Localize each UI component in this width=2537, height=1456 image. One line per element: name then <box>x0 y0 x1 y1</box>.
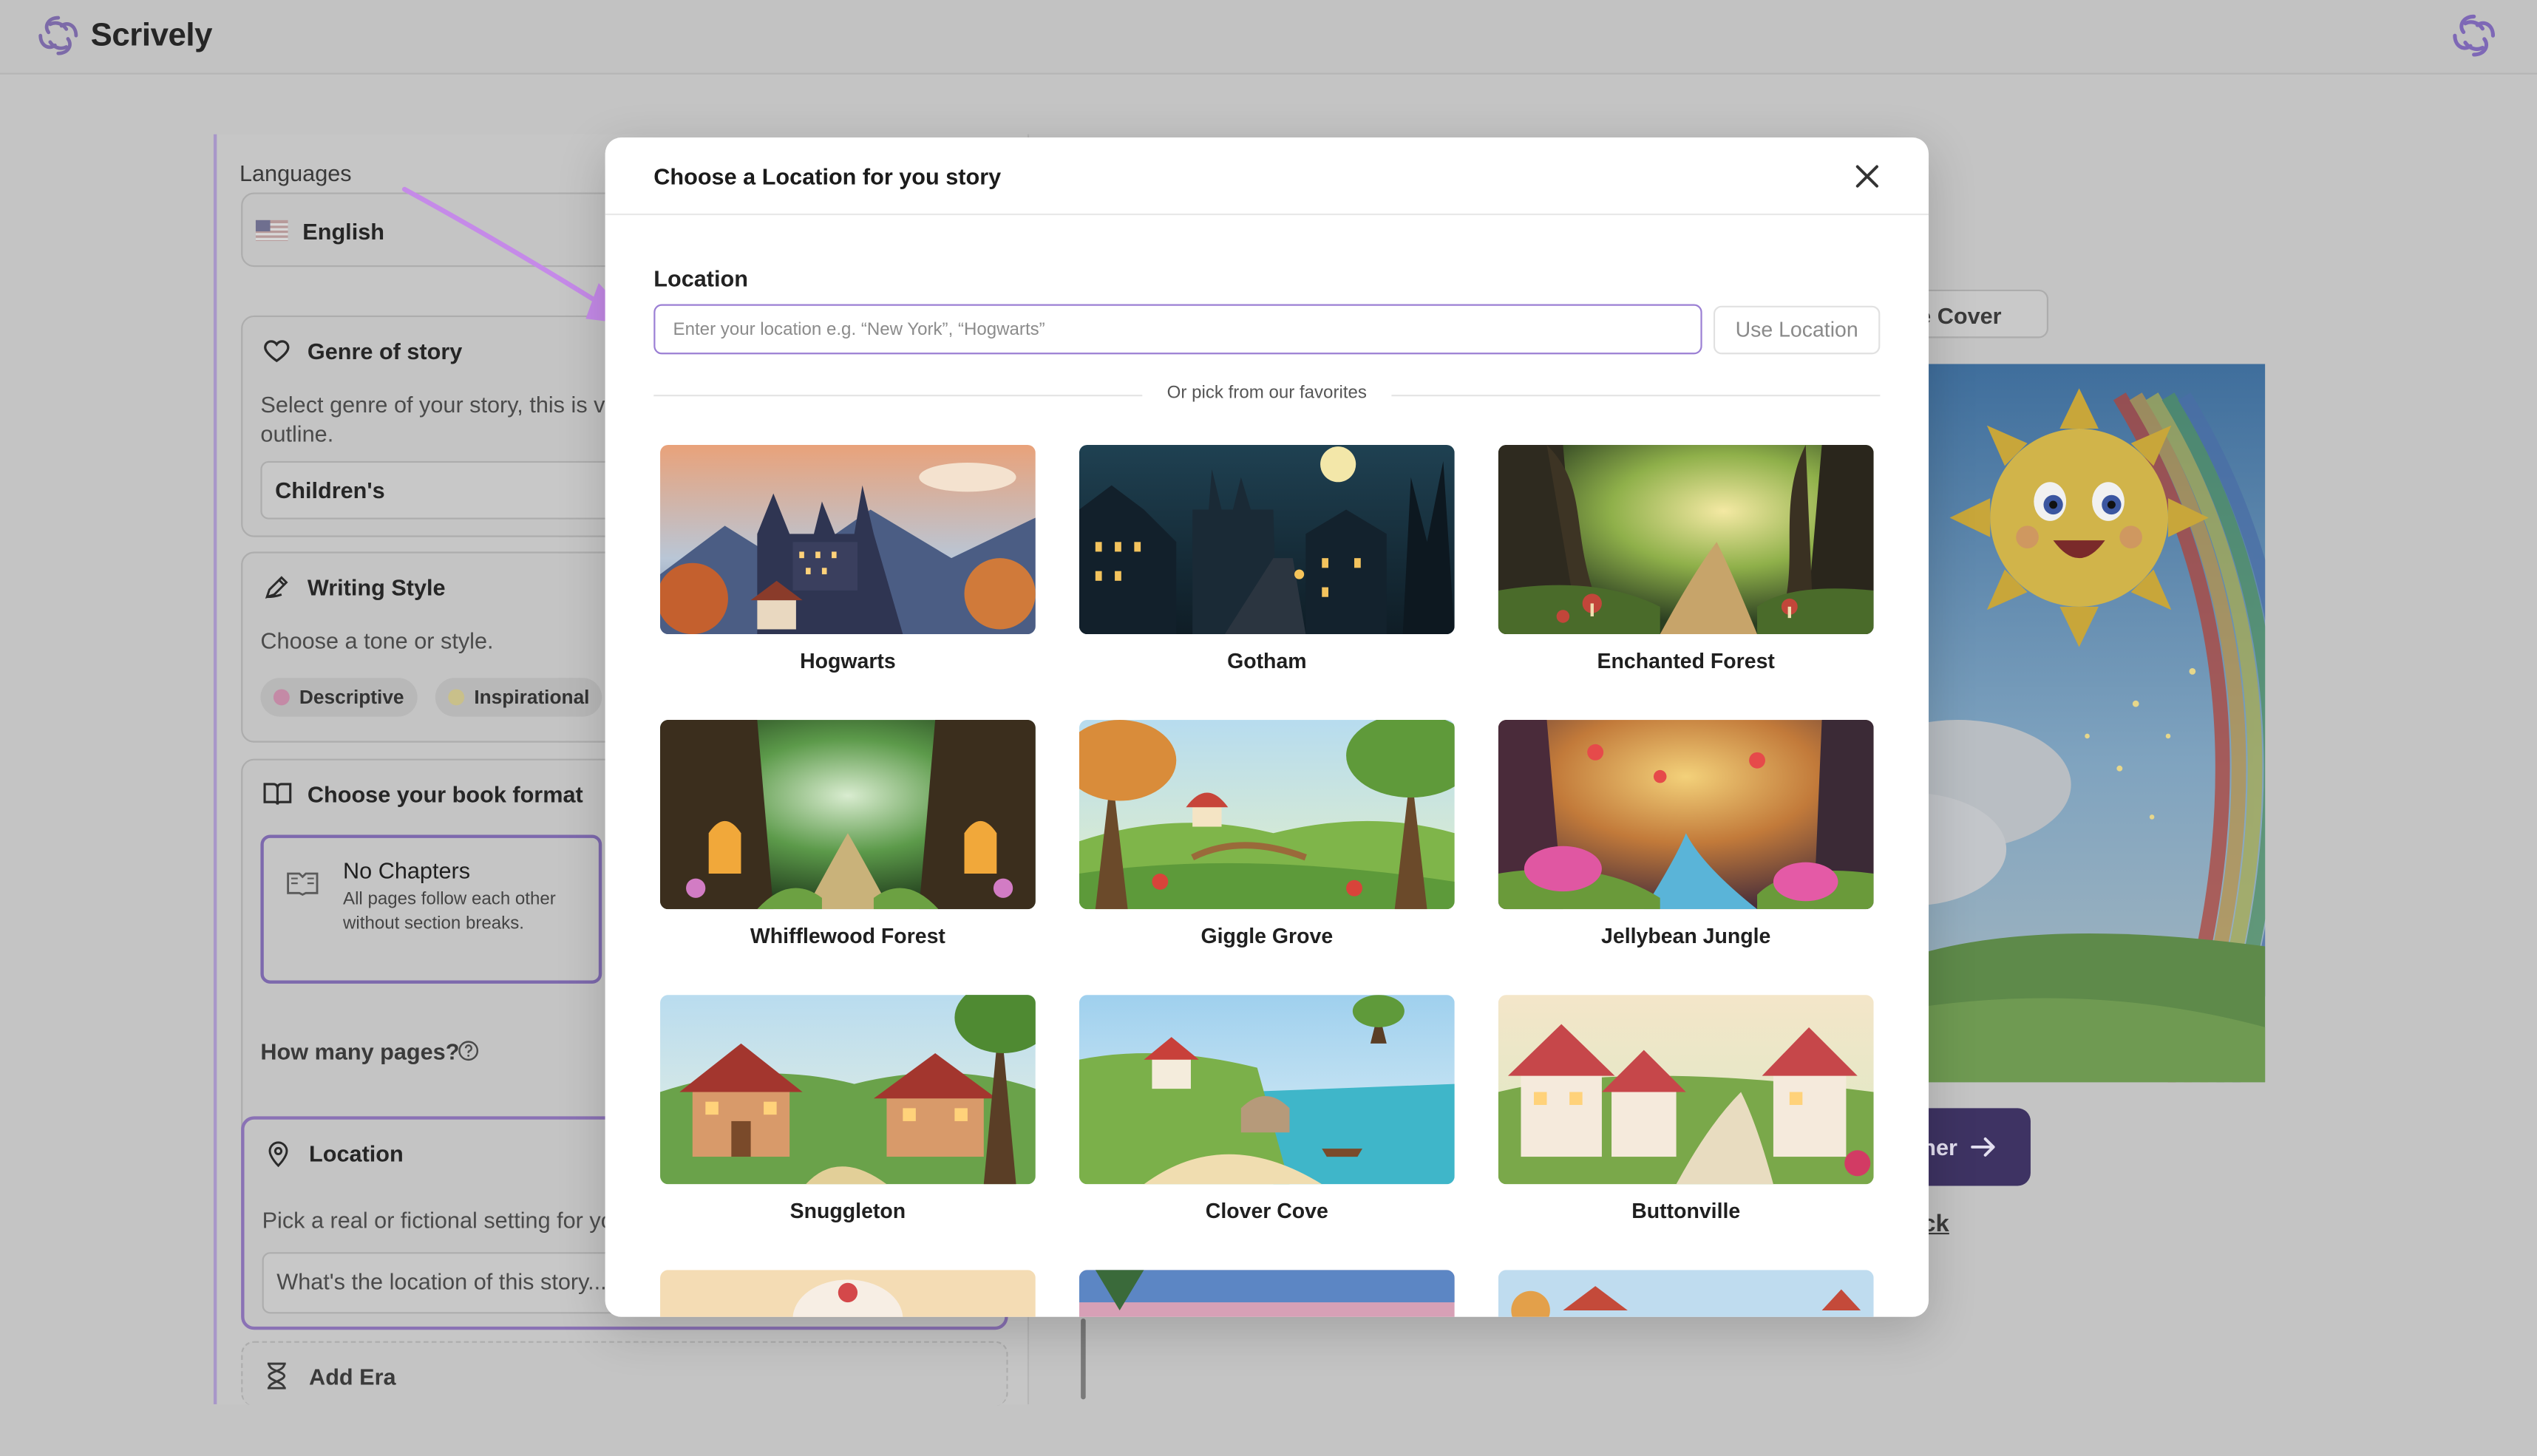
location-name: Giggle Grove <box>1200 923 1334 948</box>
scrively-logo-icon <box>38 16 78 55</box>
location-modal: Choose a Location for you story Location… <box>605 137 1929 1317</box>
genre-desc: Select genre of your story, this is ve <box>260 391 618 418</box>
hourglass-icon <box>267 1362 286 1389</box>
scrollbar-thumb[interactable] <box>1081 1318 1086 1400</box>
annotation-arrow <box>401 186 638 325</box>
genre-title: Genre of story <box>307 338 463 364</box>
close-icon[interactable] <box>1851 160 1884 193</box>
favorites-divider: Or pick from our favorites <box>653 383 1881 406</box>
favorites-divider-text: Or pick from our favorites <box>1154 383 1380 404</box>
sparkle-icon <box>448 689 465 706</box>
enchanted-forest-image <box>1498 444 1874 635</box>
app-screen: Scrively Languages English Genre of stor… <box>0 0 2537 1456</box>
location-tile-gotham[interactable]: Gotham <box>1079 444 1455 673</box>
location-name: Clover Cove <box>1205 1198 1328 1223</box>
location-tile-partial[interactable] <box>1498 1270 1874 1317</box>
jellybean-jungle-image <box>1498 720 1874 910</box>
location-name: Gotham <box>1227 648 1307 673</box>
location-image <box>1079 1270 1455 1317</box>
modal-title: Choose a Location for you story <box>653 163 1002 190</box>
location-title: Location <box>309 1140 404 1167</box>
location-image <box>660 1270 1036 1317</box>
location-tile-partial[interactable] <box>1079 1270 1455 1317</box>
location-name: Enchanted Forest <box>1597 648 1775 673</box>
location-name: Snuggleton <box>789 1198 906 1223</box>
pages-label: How many pages? <box>260 1038 460 1065</box>
hogwarts-image <box>660 444 1036 635</box>
snuggleton-image <box>660 995 1036 1185</box>
map-pin-icon <box>268 1141 288 1168</box>
location-tile-giggle-grove[interactable]: Giggle Grove <box>1079 720 1455 948</box>
location-name: Jellybean Jungle <box>1601 923 1771 948</box>
format-option-title: No Chapters <box>343 857 471 884</box>
location-input-label: Location <box>653 265 748 292</box>
location-tile-enchanted-forest[interactable]: Enchanted Forest <box>1498 444 1874 673</box>
location-placeholder: What's the location of this story... <box>276 1268 607 1295</box>
location-tile-jellybean-jungle[interactable]: Jellybean Jungle <box>1498 720 1874 948</box>
genre-desc-2: outline. <box>260 421 334 447</box>
clover-cove-image <box>1079 995 1455 1185</box>
book-cover-preview <box>1892 364 2266 1083</box>
book-format-title: Choose your book format <box>307 781 583 808</box>
brand-name: Scrively <box>90 16 213 53</box>
format-option-desc-2: without section breaks. <box>343 914 524 933</box>
location-name: Whifflewood Forest <box>750 923 945 948</box>
whifflewood-forest-image <box>660 720 1036 910</box>
chip-label: Inspirational <box>474 686 590 709</box>
modal-header: Choose a Location for you story <box>605 137 1929 216</box>
open-book-icon <box>287 872 319 897</box>
favorites-grid: Hogwarts Gotham Enchanted Forest Whiffle… <box>660 444 1874 1317</box>
genre-value: Children's <box>275 477 385 503</box>
location-search-input[interactable] <box>653 304 1702 355</box>
pen-icon <box>265 576 288 599</box>
writing-style-title: Writing Style <box>307 574 446 601</box>
location-name: Buttonville <box>1631 1198 1741 1223</box>
location-tile-clover-cove[interactable]: Clover Cove <box>1079 995 1455 1223</box>
us-flag-icon <box>255 220 288 242</box>
location-desc: Pick a real or fictional setting for yo <box>262 1206 614 1233</box>
style-chip-descriptive[interactable]: Descriptive <box>260 678 418 717</box>
heart-icon <box>264 340 290 363</box>
location-image <box>1498 1270 1874 1317</box>
top-bar: Scrively <box>0 0 2537 75</box>
location-tile-partial[interactable] <box>660 1270 1036 1317</box>
writing-style-desc: Choose a tone or style. <box>260 627 494 654</box>
use-location-label: Use Location <box>1735 317 1858 341</box>
flower-icon <box>273 689 290 706</box>
cover-illustration <box>1892 364 2266 1083</box>
giggle-grove-image <box>1079 720 1455 910</box>
use-location-button[interactable]: Use Location <box>1713 305 1881 355</box>
location-tile-buttonville[interactable]: Buttonville <box>1498 995 1874 1223</box>
arrow-right-icon <box>1971 1137 1995 1157</box>
format-option-no-chapters[interactable]: No Chapters All pages follow each other … <box>260 834 602 984</box>
user-menu-logo[interactable] <box>2450 11 2499 68</box>
format-option-desc: All pages follow each other <box>343 889 556 910</box>
location-tile-snuggleton[interactable]: Snuggleton <box>660 995 1036 1223</box>
book-icon <box>263 783 292 805</box>
add-era-label: Add Era <box>309 1364 396 1390</box>
languages-label: Languages <box>239 160 352 186</box>
location-tile-whifflewood-forest[interactable]: Whifflewood Forest <box>660 720 1036 948</box>
brand-logo[interactable]: Scrively <box>35 13 212 58</box>
location-name: Hogwarts <box>800 648 896 673</box>
buttonville-image <box>1498 995 1874 1185</box>
language-value: English <box>302 218 384 245</box>
chip-label: Descriptive <box>299 686 404 709</box>
location-tile-hogwarts[interactable]: Hogwarts <box>660 444 1036 673</box>
add-era-button[interactable]: Add Era <box>241 1341 1008 1406</box>
style-chip-inspirational[interactable]: Inspirational <box>435 678 602 717</box>
scrively-logo-icon <box>2453 14 2496 57</box>
gotham-image <box>1079 444 1455 635</box>
help-icon[interactable] <box>458 1040 479 1061</box>
